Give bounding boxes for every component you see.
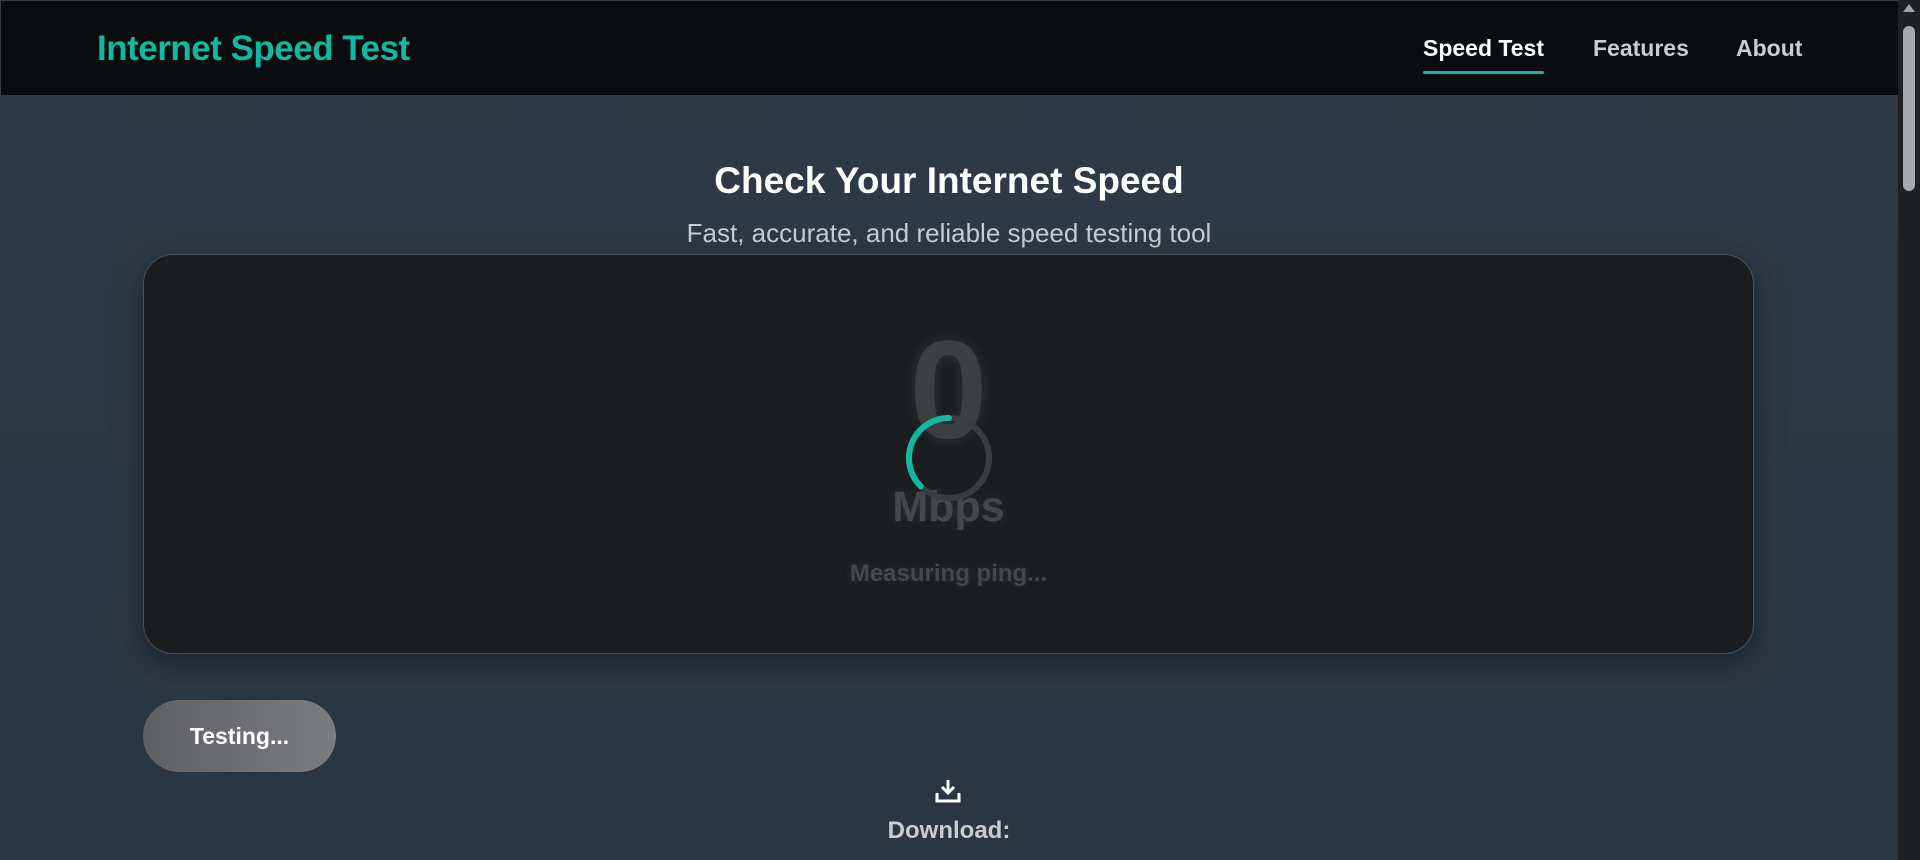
- loading-spinner-icon: [905, 415, 992, 501]
- download-label: Download:: [887, 817, 1011, 844]
- page-title: Check Your Internet Speed: [714, 160, 1184, 201]
- scroll-thumb[interactable]: [1903, 26, 1915, 191]
- page-subtitle: Fast, accurate, and reliable speed testi…: [686, 218, 1212, 248]
- start-test-button[interactable]: Testing...: [143, 700, 336, 772]
- nav-item-features[interactable]: Features: [1593, 35, 1689, 62]
- scroll-up-arrow-icon[interactable]: [1903, 4, 1915, 12]
- test-status-text: Measuring ping...: [849, 560, 1048, 587]
- speed-gauge-panel: 0 Mbps Measuring ping...: [143, 254, 1754, 654]
- top-navigation-bar: Internet Speed Test Speed Test Features …: [0, 0, 1898, 95]
- nav-item-speed-test[interactable]: Speed Test: [1423, 35, 1544, 74]
- nav-item-about[interactable]: About: [1736, 35, 1802, 62]
- download-icon: [935, 780, 961, 803]
- page-scrollbar[interactable]: [1898, 0, 1920, 860]
- main-nav: Speed Test Features About: [1, 35, 1898, 75]
